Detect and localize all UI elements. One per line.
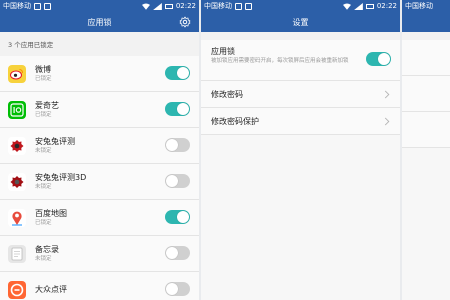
carrier-label: 中国移动 <box>405 2 433 10</box>
spacer <box>201 32 400 40</box>
toggle-knob <box>166 175 178 187</box>
app-text: 备忘录 未锁定 <box>35 244 59 263</box>
toggle-knob <box>177 103 189 115</box>
carrier-label: 中国移动 <box>204 2 232 10</box>
app-lock-status: 未锁定 <box>35 184 52 190</box>
app-lock-status: 已锁定 <box>35 220 52 226</box>
app-lock-toggle[interactable] <box>165 102 190 116</box>
chevron-right-icon <box>384 90 390 99</box>
status-bar: 中国移动 02:22 <box>201 0 400 12</box>
status-bar: 中国移动 02:22 <box>0 0 199 12</box>
app-lock-toggle[interactable] <box>165 138 190 152</box>
app-lock-toggle[interactable] <box>165 174 190 188</box>
app-lock-toggle[interactable] <box>165 282 190 296</box>
wifi-icon <box>342 3 351 10</box>
toggle-knob <box>177 67 189 79</box>
next-titlebar <box>402 12 450 32</box>
list-item <box>402 40 450 76</box>
locked-count: 3 个应用已锁定 <box>0 32 199 56</box>
weibo-icon <box>8 64 26 83</box>
wifi-icon <box>141 3 150 10</box>
clock: 02:22 <box>175 2 196 10</box>
battery-icon <box>365 3 374 9</box>
page-title: 应用锁 <box>87 17 112 27</box>
app-row: 安兔兔评测 未锁定 <box>0 128 199 164</box>
clock: 02:22 <box>376 2 397 10</box>
gear-icon[interactable] <box>179 16 191 28</box>
app-text: 安兔兔评测 未锁定 <box>35 136 75 155</box>
app-row: 备忘录 未锁定 <box>0 236 199 272</box>
app-lock-status: 未锁定 <box>35 256 52 262</box>
app-name: 安兔兔评测3D <box>35 173 87 182</box>
battery-icon <box>164 3 173 9</box>
iqiyi-icon <box>8 100 26 119</box>
app-row: 微博 已锁定 <box>0 56 199 92</box>
app-text: 大众点评 <box>35 284 67 295</box>
applock-titlebar: 应用锁 <box>0 12 199 32</box>
toggle-knob <box>166 247 178 259</box>
app-list: 微博 已锁定 爱奇艺 已锁定 安兔兔评测 未锁定 安兔兔评测3D 未锁定 百度地图 已锁定 备忘录未… <box>0 56 199 300</box>
applock-screen: 中国移动 02:22 应用锁 3 个应用已锁定 微博 已锁定 爱奇艺 已锁定 安兔兔评测… <box>0 0 199 300</box>
app-lock-toggle[interactable] <box>165 210 190 224</box>
app-lock-status: 已锁定 <box>35 112 52 118</box>
toggle-knob <box>177 211 189 223</box>
status-bar: 中国移动 <box>402 0 450 12</box>
notification-icon <box>245 2 252 10</box>
app-lock-toggle[interactable] <box>165 66 190 80</box>
change-password-protect-label: 修改密码保护 <box>211 116 259 126</box>
antutu-icon <box>8 136 26 155</box>
app-row: 爱奇艺 已锁定 <box>0 92 199 128</box>
spacer <box>402 32 450 40</box>
app-text: 百度地图 已锁定 <box>35 208 67 227</box>
app-row: 百度地图 已锁定 <box>0 200 199 236</box>
signal-icon <box>353 2 363 10</box>
dianping-icon <box>8 280 26 299</box>
change-password-row[interactable]: 修改密码 <box>201 81 400 108</box>
app-text: 爱奇艺 已锁定 <box>35 100 59 119</box>
app-name: 爱奇艺 <box>35 101 59 110</box>
page-title: 设置 <box>292 17 309 27</box>
app-name: 百度地图 <box>35 209 67 218</box>
chevron-right-icon <box>384 117 390 126</box>
memo-icon <box>8 244 26 263</box>
baidu-map-icon <box>8 208 26 227</box>
notification-icon <box>34 2 41 10</box>
app-lock-status: 未锁定 <box>35 148 52 154</box>
app-name: 大众点评 <box>35 285 67 294</box>
change-password-label: 修改密码 <box>211 89 243 99</box>
applock-master-toggle[interactable] <box>366 52 391 66</box>
applock-setting-row: 应用锁 被加锁应用需要密码开启，每次锁屏后应用会被重新加锁 <box>201 40 400 81</box>
change-password-protect-row[interactable]: 修改密码保护 <box>201 108 400 135</box>
app-lock-toggle[interactable] <box>165 246 190 260</box>
settings-titlebar: 设置 <box>201 12 400 32</box>
applock-setting-desc: 被加锁应用需要密码开启，每次锁屏后应用会被重新加锁 <box>211 58 349 64</box>
toggle-knob <box>378 53 390 65</box>
app-text: 微博 已锁定 <box>35 64 52 83</box>
app-lock-status: 已锁定 <box>35 76 52 82</box>
app-name: 备忘录 <box>35 245 59 254</box>
toggle-knob <box>166 139 178 151</box>
notification-icon <box>44 2 51 10</box>
app-text: 安兔兔评测3D 未锁定 <box>35 172 86 191</box>
app-name: 安兔兔评测 <box>35 137 75 146</box>
antutu3d-icon <box>8 172 26 191</box>
app-row: 大众点评 <box>0 272 199 300</box>
settings-screen: 中国移动 02:22 设置 应用锁 被加锁应用需要密码开启，每次锁屏后应用会被重… <box>201 0 400 300</box>
next-screen-partial: 中国移动 <box>402 0 450 300</box>
toggle-knob <box>166 283 178 295</box>
list-item <box>402 76 450 112</box>
app-row: 安兔兔评测3D 未锁定 <box>0 164 199 200</box>
notification-icon <box>235 2 242 10</box>
signal-icon <box>152 2 162 10</box>
screenshot-stage: 中国移动 02:22 应用锁 3 个应用已锁定 微博 已锁定 爱奇艺 已锁定 安兔兔评测… <box>0 0 450 300</box>
app-name: 微博 <box>35 65 51 74</box>
carrier-label: 中国移动 <box>3 2 31 10</box>
list-item <box>402 112 450 148</box>
